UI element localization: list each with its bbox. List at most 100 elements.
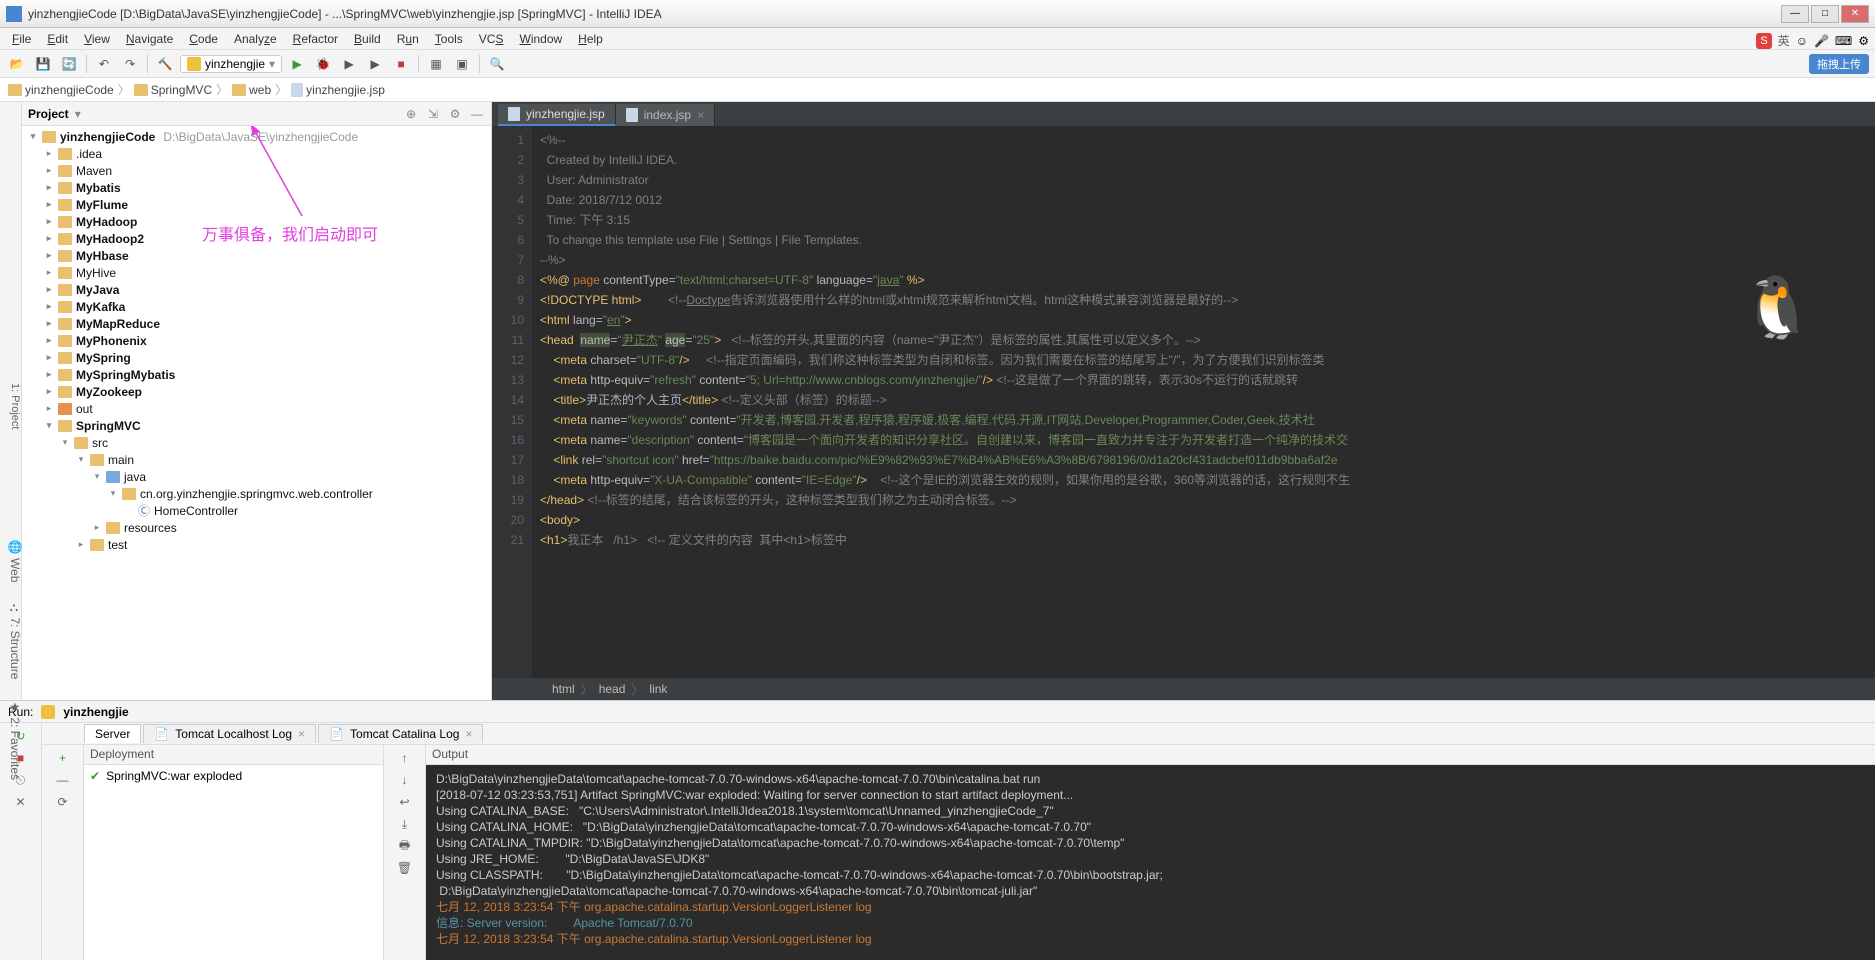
- nav-item[interactable]: head: [599, 682, 626, 696]
- run-tab-catalina[interactable]: 📄Tomcat Catalina Log×: [318, 724, 483, 743]
- expand-arrow-icon[interactable]: ▸: [44, 165, 54, 176]
- deploy-remove-icon[interactable]: —: [54, 771, 72, 789]
- expand-arrow-icon[interactable]: ▾: [108, 488, 118, 499]
- open-icon[interactable]: 📂: [6, 53, 28, 75]
- clear-icon[interactable]: 🗑: [396, 859, 414, 877]
- tree-item[interactable]: ▾SpringMVC: [26, 417, 487, 434]
- nav-item[interactable]: link: [649, 682, 667, 696]
- close-tab-icon[interactable]: ×: [298, 727, 305, 741]
- tree-item[interactable]: ▸out: [26, 400, 487, 417]
- expand-arrow-icon[interactable]: ▸: [44, 182, 54, 193]
- avd-icon[interactable]: ▣: [451, 53, 473, 75]
- web-tool-button[interactable]: 🌐 Web: [0, 540, 22, 582]
- scroll-icon[interactable]: ⤓: [396, 815, 414, 833]
- menu-help[interactable]: Help: [570, 30, 611, 48]
- upload-badge[interactable]: 拖拽上传: [1809, 54, 1869, 74]
- down-icon[interactable]: ↓: [396, 771, 414, 789]
- tree-item[interactable]: ⒸHomeController: [26, 502, 487, 519]
- tree-item[interactable]: ▸MyFlume: [26, 196, 487, 213]
- expand-arrow-icon[interactable]: ▸: [44, 335, 54, 346]
- expand-arrow-icon[interactable]: ▸: [76, 539, 86, 550]
- chevron-down-icon[interactable]: ▾: [75, 107, 81, 121]
- coverage-button[interactable]: ▶: [338, 53, 360, 75]
- breadcrumb-item[interactable]: SpringMVC: [134, 83, 212, 97]
- target-icon[interactable]: ⊕: [403, 107, 419, 121]
- tree-item[interactable]: ▸MySpringMybatis: [26, 366, 487, 383]
- structure-tool-button[interactable]: ⛬ 7: Structure: [0, 602, 22, 679]
- tree-item[interactable]: ▾java: [26, 468, 487, 485]
- up-icon[interactable]: ↑: [396, 749, 414, 767]
- close-button[interactable]: ✕: [1841, 5, 1869, 23]
- expand-arrow-icon[interactable]: ▸: [44, 403, 54, 414]
- expand-arrow-icon[interactable]: ▸: [44, 250, 54, 261]
- breadcrumb-item[interactable]: yinzhengjie.jsp: [291, 83, 385, 97]
- tree-item[interactable]: ▸Maven: [26, 162, 487, 179]
- gear-icon[interactable]: ⚙: [447, 107, 463, 121]
- deployment-list[interactable]: ✔ SpringMVC:war exploded: [84, 765, 383, 960]
- menu-navigate[interactable]: Navigate: [118, 30, 181, 48]
- expand-arrow-icon[interactable]: ▸: [44, 301, 54, 312]
- keyboard-icon[interactable]: ⌨: [1835, 34, 1852, 48]
- menu-refactor[interactable]: Refactor: [285, 30, 346, 48]
- close-tab-icon[interactable]: ×: [697, 108, 704, 122]
- hide-icon[interactable]: —: [469, 107, 485, 121]
- menu-build[interactable]: Build: [346, 30, 389, 48]
- menu-code[interactable]: Code: [181, 30, 226, 48]
- redo-icon[interactable]: ↷: [119, 53, 141, 75]
- tree-item[interactable]: ▸MySpring: [26, 349, 487, 366]
- expand-arrow-icon[interactable]: ▸: [44, 318, 54, 329]
- settings-icon[interactable]: ⚙: [1858, 34, 1869, 48]
- structure-icon[interactable]: ▦: [425, 53, 447, 75]
- run-button[interactable]: ▶: [286, 53, 308, 75]
- tree-item[interactable]: ▸MyHbase: [26, 247, 487, 264]
- close-panel-icon[interactable]: ✕: [12, 793, 30, 811]
- code-editor[interactable]: 123456789101112131415161718192021 <%-- C…: [492, 126, 1875, 678]
- hammer-icon[interactable]: 🔨: [154, 53, 176, 75]
- expand-arrow-icon[interactable]: ▸: [44, 284, 54, 295]
- menu-window[interactable]: Window: [511, 30, 570, 48]
- tree-item[interactable]: ▸MyHadoop2: [26, 230, 487, 247]
- console-output[interactable]: D:\BigData\yinzhengjieData\tomcat\apache…: [426, 765, 1875, 960]
- menu-run[interactable]: Run: [389, 30, 427, 48]
- project-tree[interactable]: ▾ yinzhengjieCode D:\BigData\JavaSE\yinz…: [22, 126, 491, 700]
- deploy-add-icon[interactable]: +: [54, 749, 72, 767]
- refresh-icon[interactable]: 🔄: [58, 53, 80, 75]
- run-tab-server[interactable]: Server: [84, 724, 141, 743]
- breadcrumb-item[interactable]: web: [232, 83, 271, 97]
- menu-view[interactable]: View: [76, 30, 118, 48]
- tree-item[interactable]: ▸MyPhonenix: [26, 332, 487, 349]
- expand-arrow-icon[interactable]: ▸: [44, 386, 54, 397]
- expand-arrow-icon[interactable]: ▾: [92, 471, 102, 482]
- tree-item[interactable]: ▸MyHive: [26, 264, 487, 281]
- tree-item[interactable]: ▾main: [26, 451, 487, 468]
- tree-item[interactable]: ▸MyHadoop: [26, 213, 487, 230]
- save-icon[interactable]: 💾: [32, 53, 54, 75]
- expand-arrow-icon[interactable]: ▸: [44, 216, 54, 227]
- debug-button[interactable]: 🐞: [312, 53, 334, 75]
- menu-tools[interactable]: Tools: [427, 30, 471, 48]
- tree-item[interactable]: ▸test: [26, 536, 487, 553]
- collapse-icon[interactable]: ⇲: [425, 107, 441, 121]
- breadcrumb-item[interactable]: yinzhengjieCode: [8, 83, 114, 97]
- deployment-item[interactable]: ✔ SpringMVC:war exploded: [90, 769, 377, 783]
- tree-item[interactable]: ▸MyMapReduce: [26, 315, 487, 332]
- editor-tab[interactable]: index.jsp×: [616, 104, 715, 126]
- mic-icon[interactable]: 🎤: [1814, 34, 1829, 48]
- expand-arrow-icon[interactable]: ▾: [76, 454, 86, 465]
- editor-tab[interactable]: yinzhengjie.jsp: [498, 104, 616, 126]
- tree-item[interactable]: ▾src: [26, 434, 487, 451]
- expand-arrow-icon[interactable]: ▾: [60, 437, 70, 448]
- close-tab-icon[interactable]: ×: [465, 727, 472, 741]
- deploy-refresh-icon[interactable]: ⟳: [54, 793, 72, 811]
- tree-item[interactable]: ▾cn.org.yinzhengjie.springmvc.web.contro…: [26, 485, 487, 502]
- menu-file[interactable]: File: [4, 30, 39, 48]
- tree-item[interactable]: ▸.idea: [26, 145, 487, 162]
- expand-arrow-icon[interactable]: ▸: [92, 522, 102, 533]
- tree-item[interactable]: ▸MyJava: [26, 281, 487, 298]
- undo-icon[interactable]: ↶: [93, 53, 115, 75]
- minimize-button[interactable]: —: [1781, 5, 1809, 23]
- emoji-icon[interactable]: ☺: [1796, 34, 1808, 48]
- menu-edit[interactable]: Edit: [39, 30, 76, 48]
- code-content[interactable]: <%-- Created by IntelliJ IDEA. User: Adm…: [532, 126, 1875, 678]
- expand-arrow-icon[interactable]: ▸: [44, 352, 54, 363]
